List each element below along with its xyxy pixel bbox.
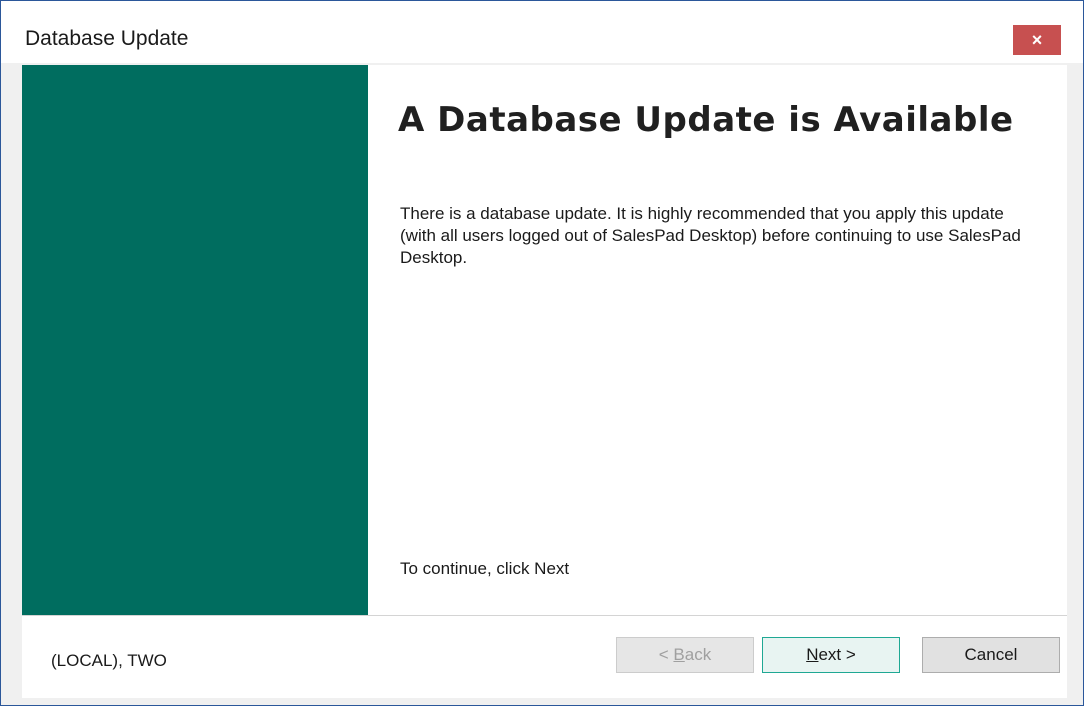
database-update-dialog: Database Update × A Database Update is A… [0,0,1084,706]
window-title: Database Update [25,27,189,50]
update-description: There is a database update. It is highly… [400,204,1021,267]
back-prefix: < [658,645,674,664]
continue-instruction: To continue, click Next [400,559,570,578]
server-label: (LOCAL), TWO [51,651,167,670]
cancel-button[interactable]: Cancel [922,637,1060,673]
title-bar[interactable]: Database Update × [1,1,1083,63]
back-label-rest: ack [684,645,712,664]
close-icon: × [1031,29,1043,50]
back-button[interactable]: < Back [616,637,754,673]
cancel-label: Cancel [964,645,1018,664]
next-mnemonic: N [806,645,819,664]
wizard-content: A Database Update is Available There is … [22,65,1067,615]
next-button[interactable]: Next > [762,637,900,673]
close-button[interactable]: × [1013,25,1061,55]
back-mnemonic: B [673,645,685,664]
side-banner [22,65,368,615]
wizard-footer: (LOCAL), TWO < Back Next > Cancel [22,616,1067,698]
page-heading: A Database Update is Available [398,100,1014,140]
next-label-rest: ext > [818,645,856,664]
